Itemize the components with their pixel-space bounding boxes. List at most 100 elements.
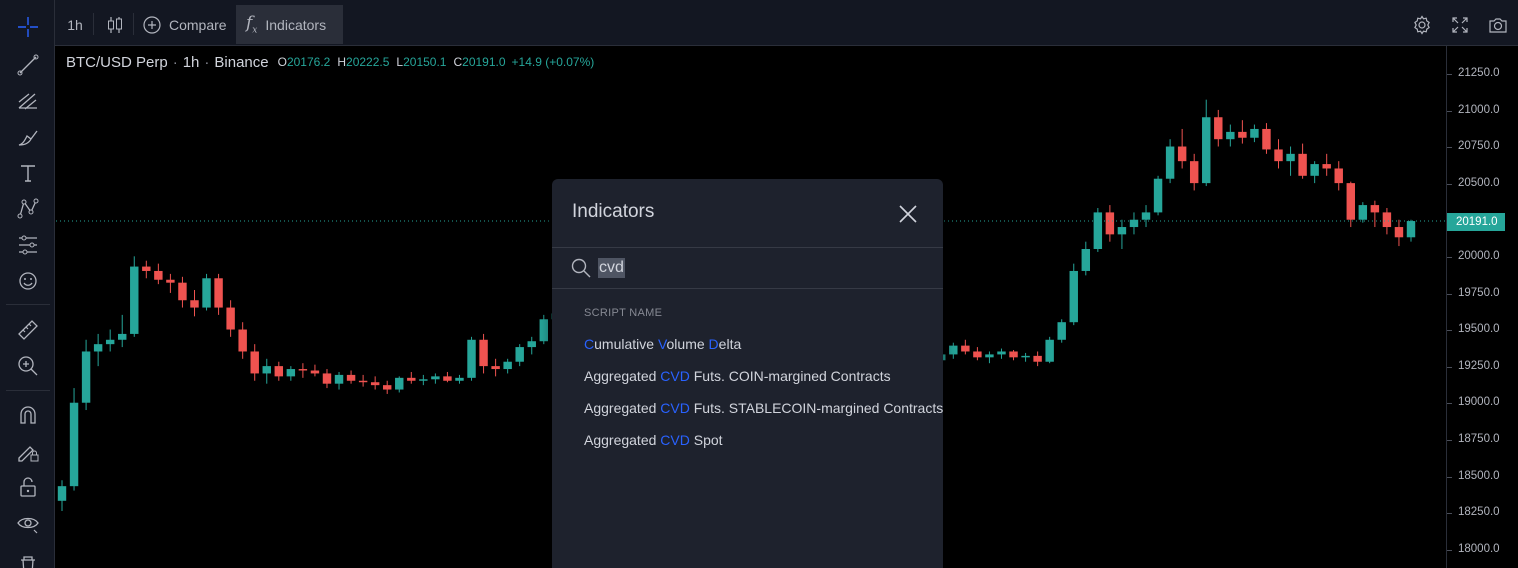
zoom-tool-button[interactable] [8,351,48,381]
indicator-result-item[interactable]: Cumulative Volume Delta [584,336,741,352]
price-axis[interactable]: 21250.021000.020750.020500.020250.020000… [1446,46,1518,568]
brush-tool-button[interactable] [8,122,48,152]
price-tick-mark [1447,366,1452,368]
price-tick-mark [1447,293,1452,295]
candle-body [1069,270,1078,323]
candle-body [1298,153,1307,176]
candle-body [527,341,536,348]
crosshair-tool-button[interactable] [8,12,48,42]
trash-icon [21,556,35,568]
candle-body [1105,212,1115,235]
candle-body [322,373,332,384]
forecast-icon [19,235,37,255]
fullscreen-button[interactable] [1447,5,1473,44]
price-tick-label: 19750.0 [1458,286,1500,299]
price-tick-label: 21000.0 [1458,103,1500,116]
candle-body [250,351,259,374]
candle-body [142,266,151,271]
candle-body [1346,183,1355,220]
indicator-result-item[interactable]: Aggregated CVD Spot [584,432,723,448]
indicators-button[interactable]: fx Indicators [236,5,343,44]
interval-button[interactable]: 1h [61,5,89,44]
price-tick-label: 20000.0 [1458,250,1500,262]
candle-body [1238,131,1247,138]
symbol-name[interactable]: BTC/USD Perp [66,54,168,71]
close-key: C [453,55,463,69]
chart-type-button[interactable] [101,5,129,44]
result-label-part: Futs. COIN-margined Contracts [689,368,891,384]
price-tick-mark [1447,476,1452,478]
prediction-tool-button[interactable] [8,230,48,260]
price-tick-mark [1447,257,1452,258]
toolbar-divider [6,304,50,305]
top-toolbar: 1h Compare fx Indicators [55,0,1518,46]
measure-tool-button[interactable] [8,315,48,345]
result-label-part: Spot [689,432,723,448]
dialog-divider [552,247,943,248]
lock-drawings-button[interactable] [8,472,48,502]
smiley-icon [19,272,37,290]
candle-body [262,366,271,374]
symbol-legend: BTC/USD Perp · 1h · Binance O 20176.2 H 20… [66,52,594,72]
stay-in-drawing-button[interactable] [8,436,48,466]
search-icon [571,258,591,278]
remove-drawings-button[interactable] [8,550,48,568]
candle-body [1021,355,1030,358]
indicators-dialog: Indicators cvd SCRIPT NAME Cumulative Vo… [552,179,943,568]
trendline-tool-button[interactable] [8,50,48,80]
magnet-tool-button[interactable] [8,400,48,430]
candle-body [1274,149,1283,162]
legend-dot: · [204,53,210,71]
pattern-tool-button[interactable] [8,194,48,224]
candle-body [166,279,175,283]
candle-body [503,361,512,370]
price-tick-mark [1447,183,1452,185]
candle-body [961,345,970,352]
candle-body [1322,164,1331,169]
candle-body [1141,212,1151,220]
candlestick-icon [108,16,122,33]
price-tick-mark [1447,74,1452,75]
candle-body [949,345,958,355]
text-tool-button[interactable] [8,158,48,188]
indicator-result-item[interactable]: Aggregated CVD Futs. COIN-margined Contr… [584,368,891,384]
price-tick-mark [1447,330,1452,332]
open-key: O [277,55,287,69]
pattern-icon [17,198,39,219]
settings-button[interactable] [1409,5,1435,44]
result-label-part: CVD [660,400,690,416]
result-label-part: V [657,336,667,352]
candle-body [214,278,223,308]
candle-body [154,270,163,280]
zoom-in-icon [18,356,38,376]
pitchfork-icon [18,93,37,110]
tradingview-app: 1h Compare fx Indicators BTC/USD Perp · [0,0,1518,568]
close-value: 20191.0 [462,55,506,69]
candle-body [274,366,284,377]
candle-body [1045,339,1054,362]
candle-body [1262,128,1271,150]
candle-body [346,374,356,381]
eye-icon [17,517,39,534]
fib-tool-button[interactable] [8,86,48,116]
close-button[interactable] [895,201,921,227]
candle-body [190,300,199,308]
indicator-result-item[interactable]: Aggregated CVD Futs. STABLECOIN-margined… [584,400,943,416]
price-tick-mark [1447,440,1452,441]
search-input[interactable]: cvd [598,258,625,278]
candle-body [1165,146,1175,179]
candle-body [1189,161,1199,184]
icon-tool-button[interactable] [8,266,48,296]
candle-body [358,380,368,383]
result-label-part: olume [666,336,709,352]
plus-circle-icon [143,15,161,34]
candle-body [286,369,296,377]
dialog-divider [552,288,943,289]
screenshot-button[interactable] [1485,5,1511,44]
low-key: L [396,55,404,69]
compare-button[interactable]: Compare [141,5,231,44]
result-label-part: CVD [660,368,690,384]
hide-drawings-button[interactable] [8,508,48,538]
candle-body [1081,249,1091,271]
candle-body [57,486,67,501]
